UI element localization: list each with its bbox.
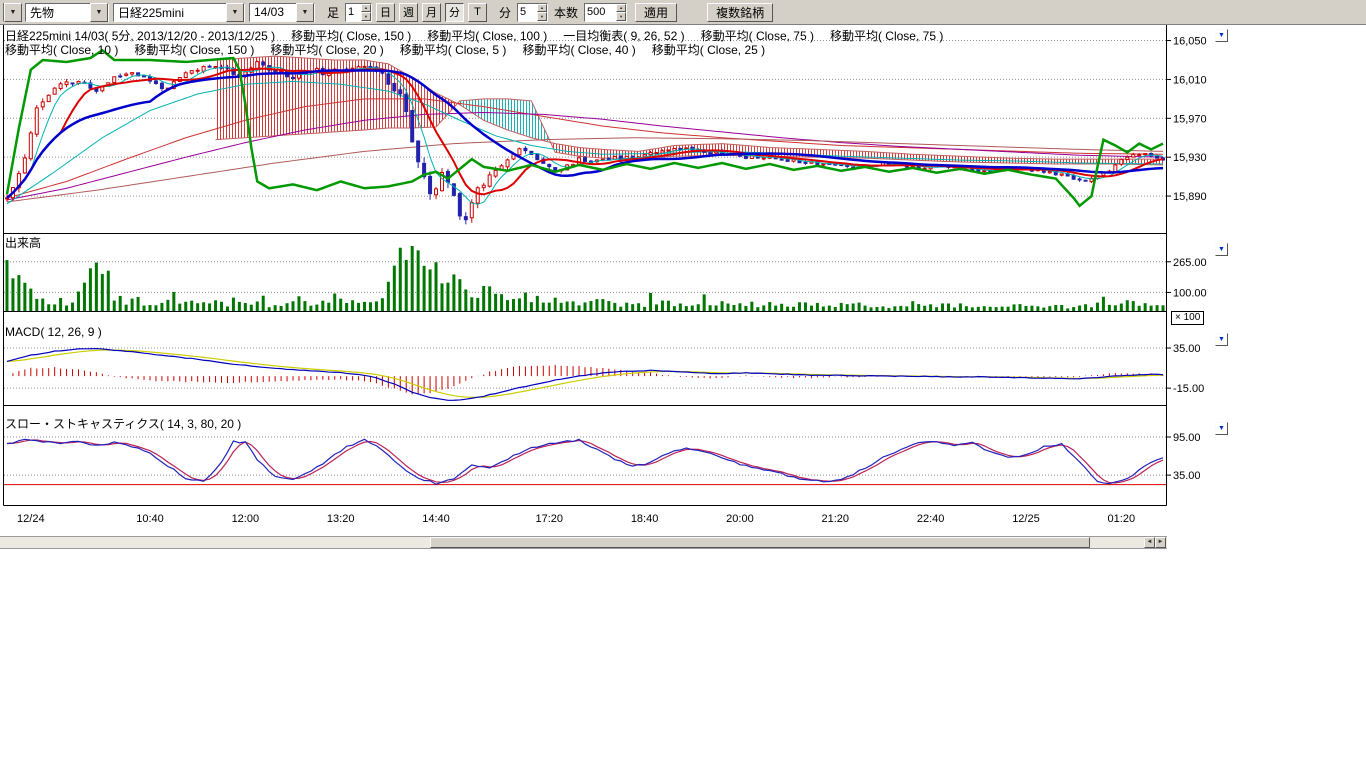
- axis-label: 35.00: [1173, 470, 1201, 482]
- legend-item: 移動平均( Close, 150 ): [134, 41, 254, 58]
- time-axis-label: 13:20: [327, 513, 355, 525]
- time-axis-label: 21:20: [822, 513, 850, 525]
- stoch-k-line: [7, 439, 1163, 484]
- time-axis-label: 22:40: [917, 513, 945, 525]
- axis-label: 15,890: [1173, 191, 1207, 203]
- axis-label: 15,930: [1173, 152, 1207, 164]
- chevron-down-icon: ▼: [1218, 246, 1225, 253]
- chevron-down-icon[interactable]: ▼: [226, 3, 244, 22]
- stoch-panel-label: スロー・ストキャスティクス( 14, 3, 80, 20 ): [5, 415, 241, 432]
- spin-up-icon: ▲: [537, 4, 547, 13]
- chevron-down-icon[interactable]: ▼: [4, 3, 22, 22]
- volume-multiplier-badge: × 100: [1171, 311, 1204, 325]
- window-selector-combo[interactable]: ▼: [3, 3, 21, 22]
- spin-up-icon: ▲: [616, 4, 626, 13]
- chevron-down-icon: ▼: [1218, 32, 1225, 39]
- axis-label: 35.00: [1173, 343, 1201, 355]
- chevron-down-icon[interactable]: ▼: [90, 3, 108, 22]
- time-axis-label: 12/25: [1012, 513, 1040, 525]
- overlay-ma-10: [7, 69, 1163, 198]
- bars-value-spinner[interactable]: ▲▼: [584, 3, 627, 22]
- axis-label: -15.00: [1173, 383, 1204, 395]
- period-day-button[interactable]: 日: [376, 3, 395, 22]
- price-panel: [5, 50, 1164, 224]
- legend-item: 移動平均( Close, 5 ): [400, 41, 507, 58]
- axis-label: 265.00: [1173, 257, 1207, 269]
- chart-legend-line2: 移動平均( Close, 10 ) 移動平均( Close, 150 ) 移動平均(…: [5, 41, 765, 58]
- contract-select[interactable]: 14/03 ▼: [249, 3, 315, 22]
- overlay-ma-25: [7, 70, 1163, 197]
- toolbar: ▼ 先物 ▼ 日経225mini ▼ 14/03 ▼ 足 ▲▼ 日 週 月 分 …: [0, 0, 1366, 25]
- spinner-arrows[interactable]: ▲▼: [616, 4, 626, 21]
- bars-value-input[interactable]: [585, 4, 618, 21]
- spinner-arrows[interactable]: ▲▼: [361, 4, 371, 21]
- period-label: 足: [327, 4, 339, 21]
- symbol-select-value: 日経225mini: [114, 4, 226, 21]
- legend-item: 移動平均( Close, 25 ): [652, 41, 765, 58]
- apply-button[interactable]: 適用: [635, 3, 677, 22]
- time-axis-label: 18:40: [631, 513, 659, 525]
- overlay-ma-40: [7, 81, 1163, 203]
- chevron-down-icon: ▼: [1218, 425, 1225, 432]
- time-axis-label: 10:40: [136, 513, 164, 525]
- market-select-value: 先物: [26, 4, 90, 21]
- legend-item: 移動平均( Close, 40 ): [522, 41, 635, 58]
- legend-item: 移動平均( Close, 20 ): [270, 41, 383, 58]
- overlay-lagging-span: [7, 50, 1163, 206]
- period-minute-button[interactable]: 分: [445, 3, 464, 22]
- macd-scale-menu-button[interactable]: ▼: [1215, 333, 1228, 346]
- axis-label: 15,970: [1173, 113, 1207, 125]
- volume-panel-label: 出来高: [5, 234, 41, 251]
- market-select[interactable]: 先物 ▼: [25, 3, 109, 22]
- period-tick-button[interactable]: T: [468, 3, 487, 22]
- spinner-arrows[interactable]: ▲▼: [537, 4, 547, 21]
- window-border: [0, 548, 1167, 549]
- macd-panel: [7, 349, 1163, 401]
- stoch-scale-menu-button[interactable]: ▼: [1215, 422, 1228, 435]
- chart-application-window: ▼ 先物 ▼ 日経225mini ▼ 14/03 ▼ 足 ▲▼ 日 週 月 分 …: [0, 0, 1366, 768]
- stoch-panel: [4, 439, 1166, 484]
- period-month-button[interactable]: 月: [422, 3, 441, 22]
- chevron-down-icon: ▼: [1218, 336, 1225, 343]
- time-axis-label: 20:00: [726, 513, 754, 525]
- axis-label: 16,010: [1173, 74, 1207, 86]
- stoch-d-line: [7, 440, 1163, 483]
- legend-item: 移動平均( Close, 75 ): [830, 27, 943, 44]
- volume-scale-menu-button[interactable]: ▼: [1215, 243, 1228, 256]
- axis-label: 16,050: [1173, 36, 1207, 48]
- spin-down-icon: ▼: [537, 12, 547, 21]
- spin-down-icon: ▼: [361, 12, 371, 21]
- macd-panel-label: MACD( 12, 26, 9 ): [5, 325, 102, 339]
- symbol-select[interactable]: 日経225mini ▼: [113, 3, 245, 22]
- contract-select-value: 14/03: [250, 5, 296, 19]
- chevron-down-icon[interactable]: ▼: [296, 3, 314, 22]
- legend-item: 移動平均( Close, 10 ): [5, 41, 118, 58]
- time-axis-label: 14:40: [422, 513, 450, 525]
- period-week-button[interactable]: 週: [399, 3, 418, 22]
- time-axis-label: 12:00: [232, 513, 260, 525]
- axis-label: 100.00: [1173, 287, 1207, 299]
- time-axis-label: 12/24: [17, 513, 45, 525]
- bars-label: 本数: [554, 4, 578, 21]
- chart-canvas[interactable]: 16,050 16,010 15,970 15,930 15,890 265.00 100.…: [0, 25, 1230, 547]
- price-scale-menu-button[interactable]: ▼: [1215, 29, 1228, 42]
- minute-value-input[interactable]: [518, 4, 539, 21]
- minute-value-spinner[interactable]: ▲▼: [517, 3, 548, 22]
- period-count-spinner[interactable]: ▲▼: [345, 3, 372, 22]
- volume-panel: [5, 233, 1164, 311]
- spin-up-icon: ▲: [361, 4, 371, 13]
- minute-label: 分: [499, 4, 511, 21]
- overlay-ma-5: [7, 67, 1163, 204]
- time-axis-label: 01:20: [1108, 513, 1136, 525]
- spin-down-icon: ▼: [616, 12, 626, 21]
- multi-symbol-button[interactable]: 複数銘柄: [707, 3, 773, 22]
- time-axis-label: 17:20: [535, 513, 563, 525]
- axis-label: 95.00: [1173, 432, 1201, 444]
